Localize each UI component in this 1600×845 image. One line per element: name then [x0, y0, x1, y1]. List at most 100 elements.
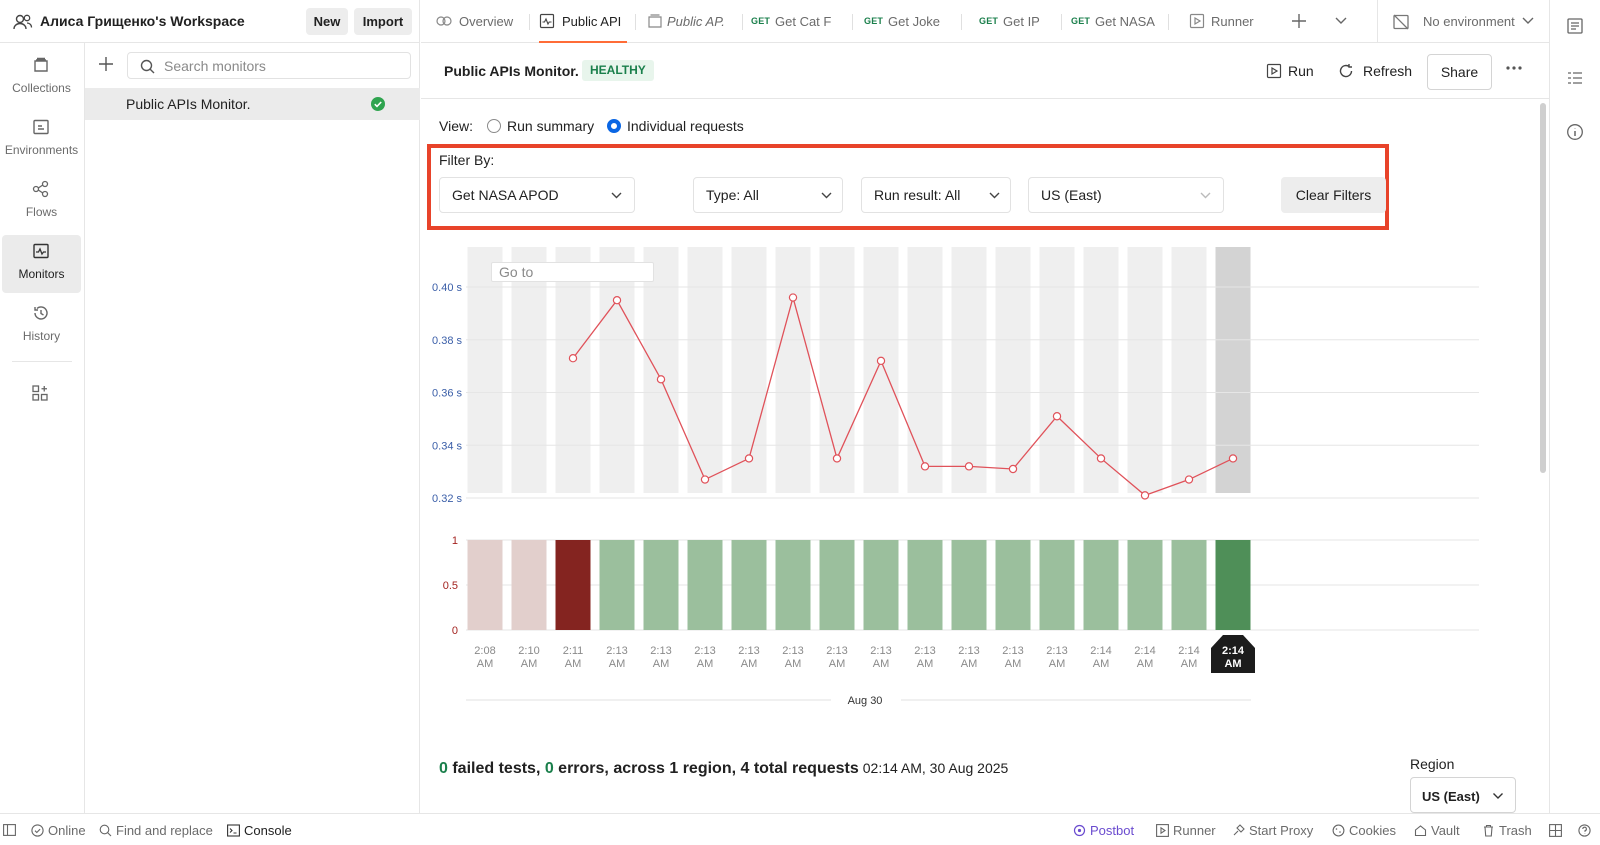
vertical-scrollbar[interactable] [1540, 103, 1546, 473]
radio-label-run-summary[interactable]: Run summary [507, 118, 594, 134]
x-tick-time: 2:14 [1178, 645, 1199, 657]
result-bar [1083, 540, 1119, 630]
x-tick-ampm: AM [1224, 658, 1241, 670]
collection-tab-icon [648, 14, 662, 28]
x-tick-time: 2:11 [563, 645, 584, 657]
activity-list-icon[interactable] [1566, 69, 1584, 87]
request-filter-dropdown[interactable]: Get NASA APOD [439, 177, 635, 213]
radio-run-summary[interactable] [487, 119, 501, 133]
tab-runner[interactable]: Runner [1189, 0, 1269, 43]
http-method-badge: GET [864, 16, 884, 26]
tab-get-ip[interactable]: GET Get IP [979, 0, 1049, 43]
tab-get-nasa[interactable]: GET Get NASA [1071, 0, 1159, 43]
run-summary-line: 0 failed tests, 0 errors, across 1 regio… [439, 760, 1008, 778]
x-tick-ampm: AM [1093, 658, 1110, 670]
rail-item-history[interactable]: History [2, 297, 81, 355]
y-tick-label: 0.36 s [432, 388, 462, 400]
new-button[interactable]: New [306, 8, 348, 35]
y-tick-label: 0.38 s [432, 335, 462, 347]
plus-icon[interactable] [97, 55, 115, 73]
chevron-down-icon [1200, 192, 1211, 199]
rail-item-environments[interactable]: Environments [2, 111, 81, 169]
search-input[interactable] [164, 56, 404, 76]
workspace-header: Алиса Грищенко's Workspace New Import [0, 0, 420, 43]
workspace-title[interactable]: Алиса Грищенко's Workspace [40, 13, 245, 29]
region-select[interactable]: US (East) [1410, 777, 1516, 813]
help-icon[interactable] [1578, 824, 1591, 837]
layout-icon[interactable] [1549, 824, 1562, 837]
find-label: Find and replace [116, 823, 213, 838]
run-button[interactable]: Run [1266, 54, 1321, 88]
tabs-overflow-chevron-icon[interactable] [1334, 16, 1348, 26]
chart-column [467, 247, 503, 493]
result-bar [819, 540, 855, 630]
run-result-filter-dropdown[interactable]: Run result: All [861, 177, 1011, 213]
tab-divider [635, 14, 636, 30]
radio-individual-requests[interactable] [607, 119, 621, 133]
new-tab-plus-icon[interactable] [1290, 12, 1308, 30]
workspace-tab-icon [436, 16, 452, 26]
run-timestamp: 02:14 AM, 30 Aug 2025 [862, 760, 1009, 776]
more-options-icon[interactable] [1505, 65, 1523, 71]
status-bar: Online Find and replace Console Postbot … [0, 813, 1600, 845]
tab-public-api-monitor[interactable]: Public API [539, 0, 627, 43]
tab-public-api-collection[interactable]: Public AP. [647, 0, 735, 43]
tab-label: Public API [562, 14, 622, 29]
x-tick-time: 2:13 [606, 645, 627, 657]
refresh-icon [1339, 64, 1353, 78]
result-bar [995, 540, 1031, 630]
chevron-down-icon [1522, 17, 1534, 24]
result-bar [599, 540, 635, 630]
errors-count: 0 [544, 760, 554, 777]
rail-item-monitors[interactable]: Monitors [2, 235, 81, 293]
chart-column [995, 247, 1031, 493]
x-tick-time: 2:08 [474, 645, 495, 657]
clear-filters-button[interactable]: Clear Filters [1281, 177, 1386, 213]
chart-column [775, 247, 811, 493]
x-tick-time: 2:13 [650, 645, 671, 657]
response-time-point [1096, 454, 1106, 463]
vault-icon [1414, 825, 1427, 837]
rail-item-flows[interactable]: Flows [2, 173, 81, 231]
environment-selector[interactable]: No environment [1377, 0, 1549, 43]
result-bar [731, 540, 767, 630]
x-tick-ampm: AM [1005, 658, 1022, 670]
type-filter-dropdown[interactable]: Type: All [693, 177, 843, 213]
monitors-icon [33, 243, 49, 259]
monitor-header: Public APIs Monitor. HEALTHY Run Refresh… [421, 43, 1549, 99]
tab-overview[interactable]: Overview [435, 0, 515, 43]
goto-input[interactable] [491, 262, 654, 282]
response-time-point [744, 454, 754, 463]
rail-label-collections: Collections [12, 81, 71, 95]
response-time-point [964, 462, 974, 471]
tab-get-joke[interactable]: GET Get Joke [864, 0, 952, 43]
add-apps-icon[interactable] [30, 383, 50, 403]
info-icon[interactable] [1566, 123, 1584, 141]
app-window: Алиса Грищенко's Workspace New Import Co… [0, 0, 1600, 845]
share-button[interactable]: Share [1427, 54, 1492, 90]
failed-text: failed tests, [447, 760, 545, 777]
result-bar [951, 540, 987, 630]
run-label: Run [1288, 63, 1314, 79]
radio-label-individual-requests[interactable]: Individual requests [627, 118, 744, 134]
import-button[interactable]: Import [354, 8, 412, 35]
documentation-icon[interactable] [1566, 17, 1584, 35]
tab-divider [742, 14, 743, 30]
response-time-point [1228, 454, 1238, 463]
region-filter-dropdown[interactable]: US (East) [1028, 177, 1224, 213]
chart-column [951, 247, 987, 493]
monitors-sidebar: Public APIs Monitor. [85, 43, 420, 813]
x-tick-ampm: AM [1137, 658, 1154, 670]
rail-label-monitors: Monitors [18, 267, 65, 281]
toggle-sidebar-icon[interactable] [3, 824, 16, 836]
response-time-point [612, 295, 622, 305]
rail-item-collections[interactable]: Collections [2, 49, 81, 107]
tab-label: Get Cat F [775, 14, 832, 29]
team-icon [13, 14, 33, 30]
monitor-list-item[interactable]: Public APIs Monitor. [85, 88, 420, 120]
tab-get-cat-fact[interactable]: GET Get Cat F [751, 0, 839, 43]
monitor-chart: 0.40 s0.38 s0.36 s0.34 s0.32 s10.502:08A… [432, 247, 1479, 707]
proxy-label: Start Proxy [1249, 823, 1314, 838]
no-environment-icon [1393, 14, 1409, 30]
refresh-button[interactable]: Refresh [1338, 54, 1418, 88]
